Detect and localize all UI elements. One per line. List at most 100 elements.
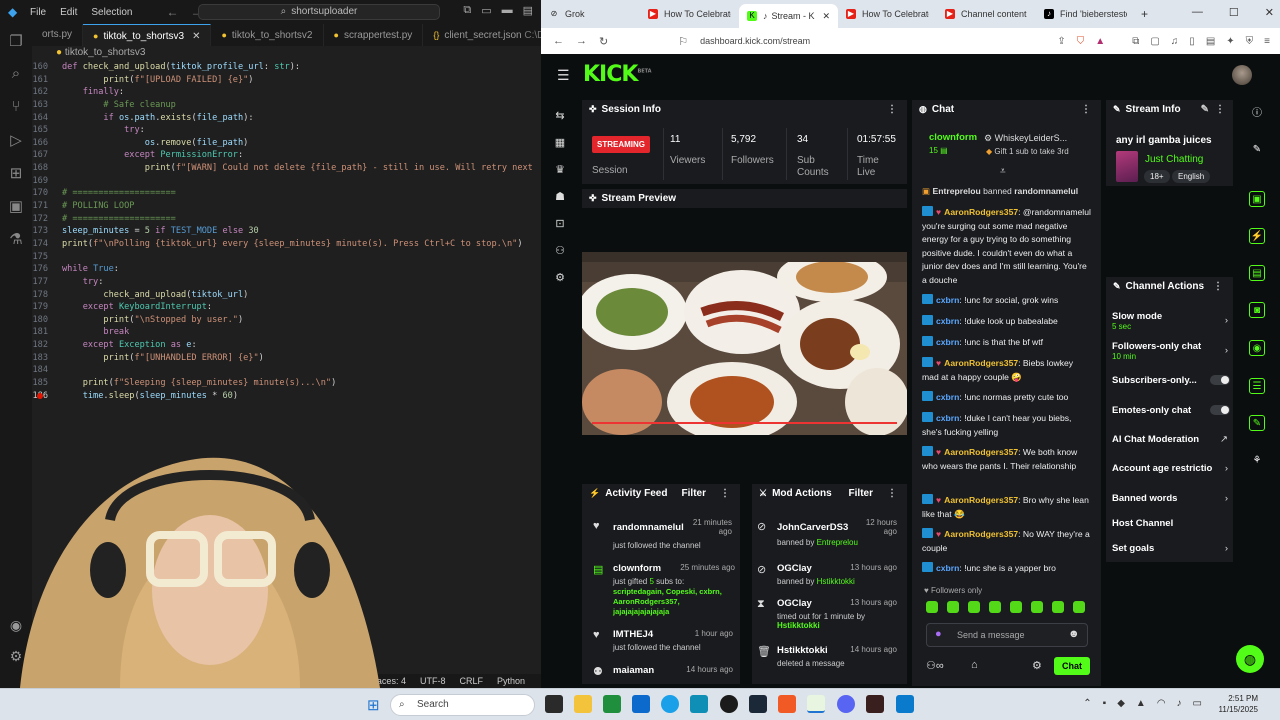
back-arrow-icon[interactable]: ← [167, 5, 179, 19]
search-icon[interactable]: ⌕ [0, 57, 32, 90]
breadcrumb[interactable]: ● tiktok_to_shortsv3 [32, 46, 541, 60]
share-icon[interactable]: ⇪ [1057, 36, 1065, 47]
brave-icon[interactable] [778, 695, 796, 713]
tag-chip[interactable]: 18+ [1144, 170, 1170, 183]
community-icon[interactable]: ☗ [541, 183, 579, 210]
windows-start-icon[interactable]: ⊞ [367, 696, 380, 714]
tab-tiktok-to-shortsv3[interactable]: ● tiktok_to_shortsv3 ✕ [83, 24, 212, 46]
volume-icon[interactable]: ♪ [1177, 698, 1182, 709]
tab-tiktok-to-shortsv2[interactable]: ● tiktok_to_shortsv2 [211, 24, 324, 46]
outlook-icon[interactable] [632, 695, 650, 713]
account-age-row[interactable]: Account age restrictio › [1112, 463, 1230, 474]
stream-preview-video[interactable] [582, 252, 907, 435]
task-view-icon[interactable] [545, 695, 563, 713]
brave-shield-icon[interactable]: ⛉ [1077, 36, 1085, 47]
tray-app-icon[interactable]: ◆ [1117, 698, 1125, 709]
calendar-icon[interactable]: ▦ [541, 129, 579, 156]
tag-chip[interactable]: English [1172, 170, 1211, 183]
clipboard-icon[interactable]: ▤ [1249, 265, 1265, 281]
menu-edit[interactable]: Edit [60, 7, 77, 18]
host-channel-row[interactable]: Host Channel [1112, 518, 1230, 529]
emote-icon[interactable] [1073, 601, 1085, 613]
status-cursor[interactable]: 35 [342, 676, 352, 686]
users-icon[interactable]: ⚇∞ [926, 659, 944, 672]
wrench-icon[interactable]: ✎ [1249, 415, 1265, 431]
avatar[interactable] [1232, 65, 1252, 85]
broadcast-icon[interactable]: ◉ [1249, 340, 1265, 356]
media-icon[interactable]: ♫ [1171, 36, 1179, 47]
obs-icon[interactable] [720, 695, 738, 713]
close-window-icon[interactable]: ✕ [1265, 6, 1274, 19]
chat-message-input[interactable]: Send a message [926, 623, 1088, 647]
back-arrow-icon[interactable]: ← [553, 35, 564, 47]
extensions-icon[interactable]: ⊞ [0, 156, 32, 189]
maximize-icon[interactable]: ☐ [1229, 6, 1239, 19]
tab-orts-py[interactable]: orts.py [32, 24, 84, 46]
slow-mode-row[interactable]: Slow mode 5 sec › [1112, 311, 1230, 331]
run-debug-icon[interactable]: ▷ [0, 123, 32, 156]
browser-tab-grok[interactable]: ⊘ Grok [541, 2, 640, 26]
emotes-only-toggle[interactable] [1210, 405, 1230, 415]
app-icon[interactable] [866, 695, 884, 713]
kick-studio-icon[interactable] [807, 695, 825, 713]
send-chat-button[interactable]: Chat [1054, 657, 1090, 675]
settings-gear-icon[interactable]: ⚙ [1032, 659, 1042, 672]
emote-icon[interactable] [989, 601, 1001, 613]
browser-tab-find[interactable]: ♪ Find 'bieberstestc [1036, 2, 1135, 26]
bolt-icon[interactable]: ⚡ [1249, 228, 1265, 244]
extensions-icon[interactable]: ⧉ [1132, 36, 1139, 47]
taskbar-search[interactable]: ⌕ Search [390, 694, 535, 716]
source-control-icon[interactable]: ⑂ [0, 90, 32, 123]
screenshot-icon[interactable]: ▢ [1150, 36, 1159, 47]
battery-icon[interactable]: ▭ [1193, 698, 1202, 709]
mod-filter-button[interactable]: Filter [849, 488, 873, 499]
emote-icon[interactable] [968, 601, 980, 613]
menu-icon[interactable]: ≡ [1264, 36, 1270, 47]
swap-icon[interactable]: ⇆ [541, 102, 579, 129]
hamburger-menu-icon[interactable]: ☰ [557, 67, 570, 84]
remote-explorer-icon[interactable]: ▣ [0, 189, 32, 222]
more-options-icon[interactable]: ⋮ [1081, 104, 1091, 115]
code-editor[interactable]: 160 def check_and_upload(tiktok_profile_u… [32, 61, 541, 421]
discord-icon[interactable] [837, 695, 855, 713]
more-options-icon[interactable]: ⋮ [1215, 104, 1225, 115]
chevron-up-icon[interactable]: ⌃ [1083, 698, 1091, 709]
status-eol[interactable]: CRLF [459, 676, 483, 686]
explorer-icon[interactable]: ❐ [0, 24, 32, 57]
subscribers-only-toggle[interactable] [1210, 375, 1230, 385]
support-chat-button[interactable]: ◍ [1236, 645, 1264, 673]
browser-tab-stream[interactable]: K ♪ Stream - K ✕ [739, 4, 838, 28]
settings-gear-icon[interactable]: ⚙ [6, 648, 26, 665]
list-icon[interactable]: ☰ [1249, 378, 1265, 394]
menu-file[interactable]: File [30, 7, 46, 18]
minimize-icon[interactable]: — [1192, 6, 1203, 19]
info-icon[interactable]: ⓘ [1249, 106, 1265, 122]
reading-list-icon[interactable]: ▤ [1206, 36, 1215, 47]
more-options-icon[interactable]: ⋮ [720, 488, 730, 499]
emoji-icon[interactable]: ☻ [1068, 628, 1080, 640]
menu-selection[interactable]: Selection [91, 7, 132, 18]
testing-icon[interactable]: ⚗ [0, 222, 32, 255]
microphone-icon[interactable]: ● [935, 628, 942, 640]
chat-icon[interactable]: ◙ [1249, 302, 1265, 318]
emote-icon[interactable] [1052, 601, 1064, 613]
edit-icon[interactable]: ✎ [1201, 104, 1209, 115]
sidebar-icon[interactable]: ▯ [1189, 36, 1195, 47]
activity-filter-button[interactable]: Filter [682, 488, 706, 499]
status-spaces[interactable]: Spaces: 4 [366, 676, 406, 686]
tray-app-icon[interactable]: ▲ [1136, 698, 1146, 709]
emote-icon[interactable] [1031, 601, 1043, 613]
settings-gear-icon[interactable]: ⚙ [541, 264, 579, 291]
close-icon[interactable]: ✕ [192, 31, 200, 42]
vscode-taskbar-icon[interactable] [896, 695, 914, 713]
tab-scrappertest[interactable]: ● scrappertest.py [324, 24, 424, 46]
customize-layout-icon[interactable]: ▤ [523, 4, 533, 17]
edge-icon[interactable] [661, 695, 679, 713]
emote-icon[interactable] [1010, 601, 1022, 613]
browser-tab-channel-content[interactable]: ▶ Channel content [937, 2, 1036, 26]
calculator-icon[interactable] [690, 695, 708, 713]
toggle-panel-icon[interactable]: ▬ [502, 4, 513, 17]
moderator-icon[interactable]: ⊡ [541, 210, 579, 237]
steam-icon[interactable] [749, 695, 767, 713]
puzzle-icon[interactable]: ✦ [1226, 36, 1234, 47]
